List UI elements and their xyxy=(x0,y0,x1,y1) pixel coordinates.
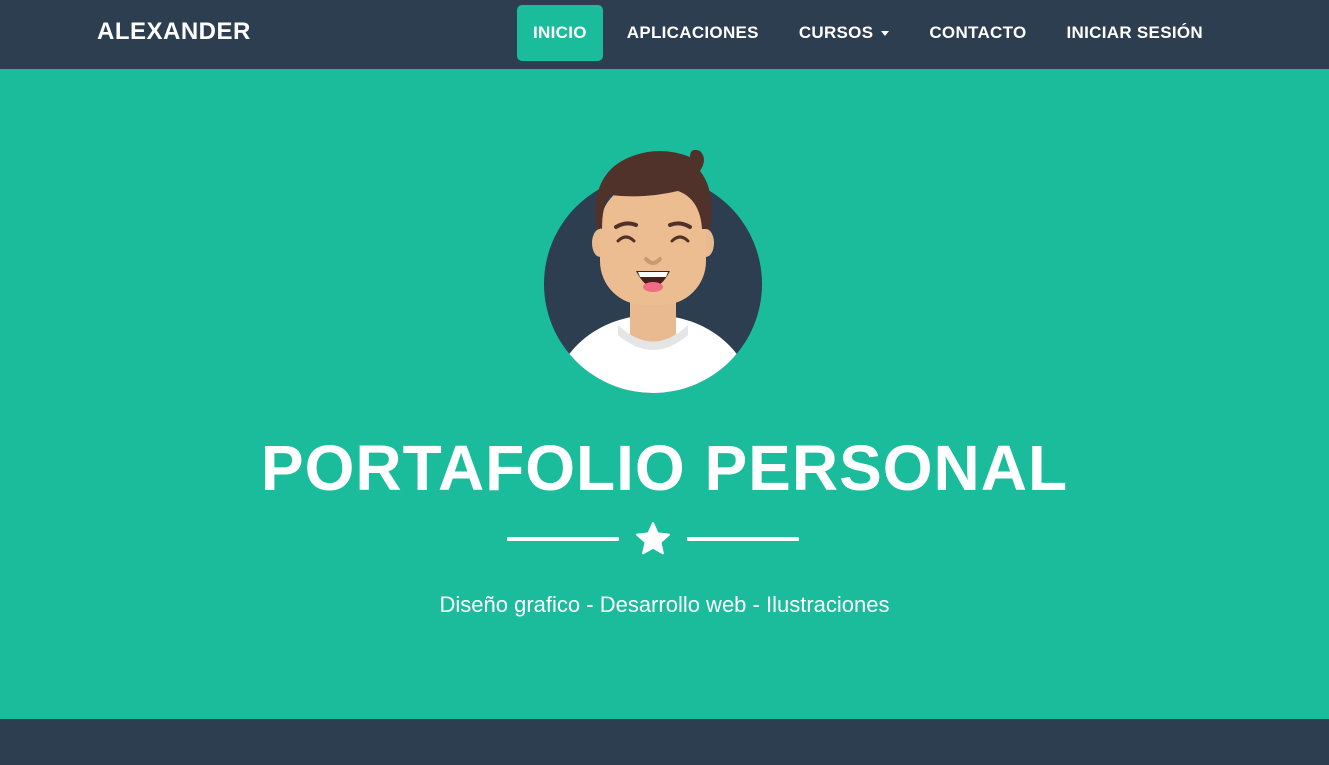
nav-links: INICIO APLICACIONES CURSOS CONTACTO INIC… xyxy=(517,5,1227,61)
caret-down-icon xyxy=(881,30,890,36)
nav-link-cursos-label: CURSOS xyxy=(798,23,874,42)
masthead: PORTAFOLIO PERSONAL Diseño grafico - Des… xyxy=(0,69,1329,719)
nav-link-aplicaciones[interactable]: APLICACIONES xyxy=(611,5,775,61)
nav-link-inicio[interactable]: INICIO xyxy=(517,5,603,61)
nav-link-contacto[interactable]: CONTACTO xyxy=(913,5,1042,61)
star-divider xyxy=(507,521,799,557)
brand-link[interactable]: ALEXANDER xyxy=(97,18,251,46)
nav-link-cursos[interactable]: CURSOS xyxy=(783,5,906,61)
nav-link-iniciar-sesion[interactable]: INICIAR SESIÓN xyxy=(1051,5,1219,61)
subtitle: Diseño grafico - Desarrollo web - Ilustr… xyxy=(439,592,890,617)
page-title: PORTAFOLIO PERSONAL xyxy=(260,432,1069,504)
star-icon xyxy=(636,522,670,555)
navbar: ALEXANDER INICIO APLICACIONES CURSOS CON… xyxy=(0,0,1329,69)
divider-line-left xyxy=(507,537,619,541)
avatar-icon xyxy=(544,149,762,393)
next-section-band xyxy=(0,719,1329,765)
divider-line-right xyxy=(687,537,799,541)
